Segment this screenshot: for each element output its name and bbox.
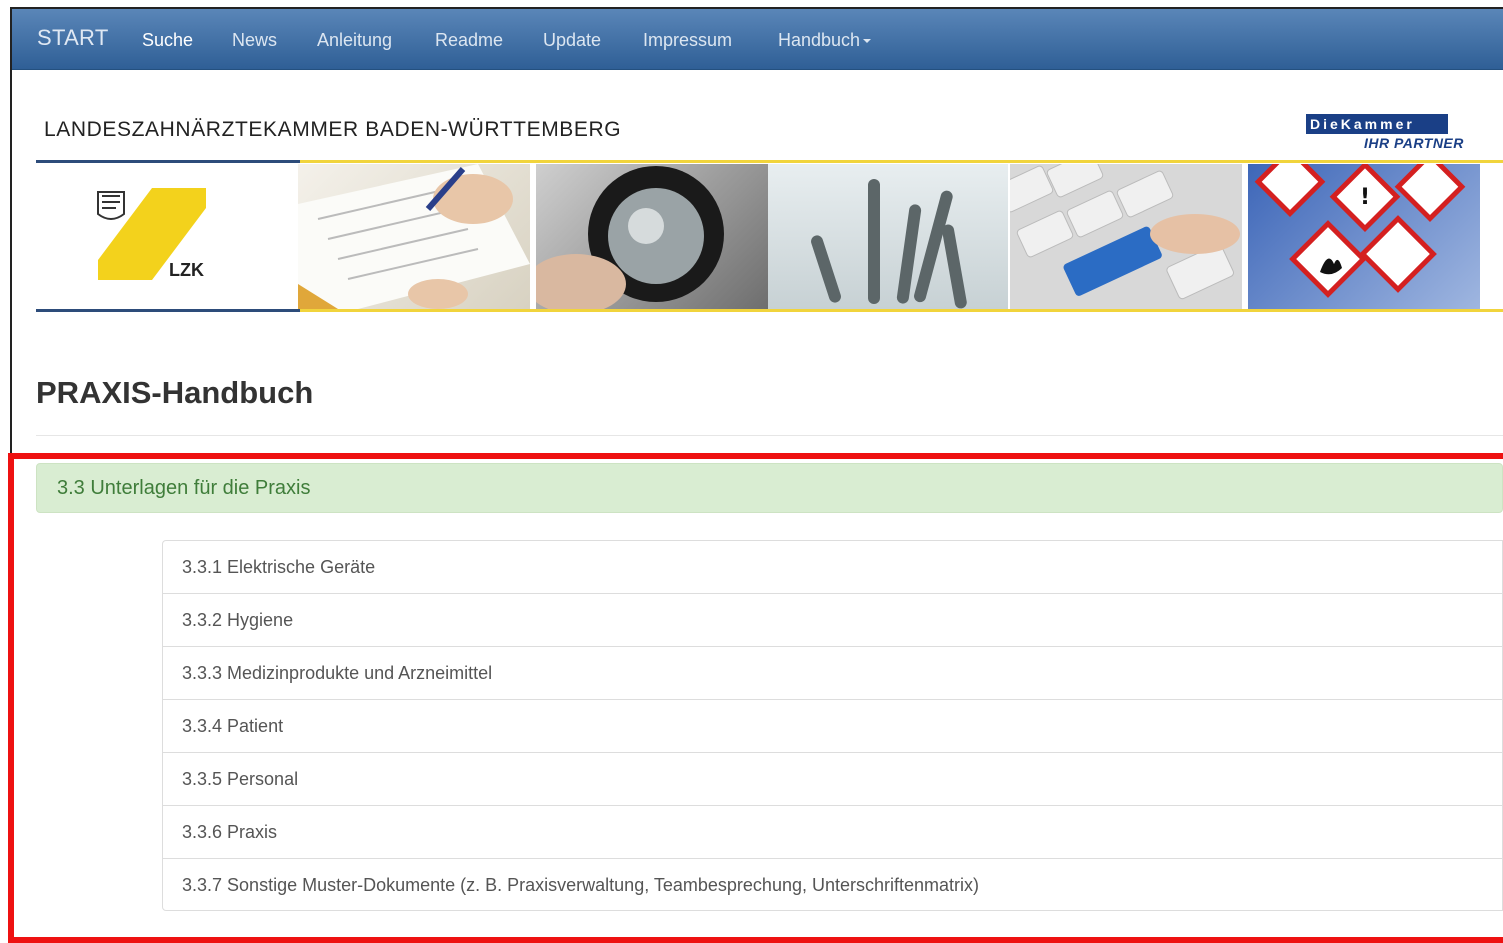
list-item-hygiene[interactable]: 3.3.2 Hygiene [162, 593, 1503, 646]
list-item-label: 3.3.6 Praxis [182, 822, 278, 842]
caret-down-icon [863, 39, 872, 44]
svg-text:!: ! [1360, 185, 1370, 210]
window-border-left [10, 8, 12, 458]
list-item-personal[interactable]: 3.3.5 Personal [162, 752, 1503, 805]
nav-item-anleitung[interactable]: Anleitung [317, 30, 392, 51]
list-item-label: 3.3.4 Patient [182, 716, 284, 736]
nav-item-news[interactable]: News [232, 30, 277, 51]
die-kammer-logo: DieKammer IHR PARTNER [1306, 114, 1481, 156]
hazard-symbols-icon: ! [1254, 164, 1466, 298]
banner-photo-hazard: ! [1248, 164, 1480, 309]
organization-name: LANDESZAHNÄRZTEKAMMER BADEN-WÜRTTEMBERG [44, 118, 622, 141]
lzk-logo: LZK [36, 164, 298, 309]
list-item-label: 3.3.5 Personal [182, 769, 299, 789]
magnifier-icon [536, 166, 724, 309]
logo-partner-text: IHR PARTNER [1364, 135, 1464, 151]
banner-bottom-line [36, 309, 1503, 312]
title-divider [36, 435, 1503, 436]
list-item-medizinprodukte[interactable]: 3.3.3 Medizinprodukte und Arzneimittel [162, 646, 1503, 699]
keyboard-icon [1010, 164, 1240, 300]
section-header: 3.3 Unterlagen für die Praxis [36, 463, 1503, 513]
list-item-label: 3.3.3 Medizinprodukte und Arzneimittel [182, 663, 493, 683]
nav-item-handbuch-label: Handbuch [778, 30, 861, 50]
list-item-label: 3.3.1 Elektrische Geräte [182, 557, 376, 577]
nav-brand-start[interactable]: START [37, 25, 109, 51]
page-title: PRAXIS-Handbuch [36, 375, 314, 410]
lzk-emblem-icon [97, 188, 206, 280]
list-item-label: 3.3.7 Sonstige Muster-Dokumente (z. B. P… [182, 875, 980, 895]
header-banner: LZK ! [36, 160, 1503, 314]
dental-instruments-icon [811, 179, 967, 309]
section-heading: 3.3 Unterlagen für die Praxis [57, 477, 311, 499]
document-pen-icon [298, 164, 530, 309]
list-item-label: 3.3.2 Hygiene [182, 610, 294, 630]
list-item-patient[interactable]: 3.3.4 Patient [162, 699, 1503, 752]
section-list: 3.3.1 Elektrische Geräte 3.3.2 Hygiene 3… [162, 540, 1503, 911]
top-navbar: START Suche News Anleitung Readme Update… [12, 9, 1503, 70]
list-item-elektrische-geraete[interactable]: 3.3.1 Elektrische Geräte [162, 540, 1503, 593]
nav-item-suche[interactable]: Suche [142, 30, 193, 51]
banner-photo-document [298, 164, 530, 309]
list-item-muster-dokumente[interactable]: 3.3.7 Sonstige Muster-Dokumente (z. B. P… [162, 858, 1503, 911]
banner-photo-magnifier [536, 164, 768, 309]
nav-item-impressum[interactable]: Impressum [643, 30, 732, 51]
banner-photo-instruments [768, 164, 1008, 309]
nav-item-update[interactable]: Update [543, 30, 601, 51]
lzk-logo-label: LZK [169, 260, 204, 280]
nav-item-readme[interactable]: Readme [435, 30, 503, 51]
banner-top-line [36, 160, 1503, 163]
nav-item-handbuch-dropdown[interactable]: Handbuch [778, 30, 872, 51]
logo-die-kammer-text: DieKammer [1306, 114, 1448, 134]
list-item-praxis[interactable]: 3.3.6 Praxis [162, 805, 1503, 858]
app-window: START Suche News Anleitung Readme Update… [0, 0, 1503, 943]
banner-photo-keyboard [1010, 164, 1242, 309]
